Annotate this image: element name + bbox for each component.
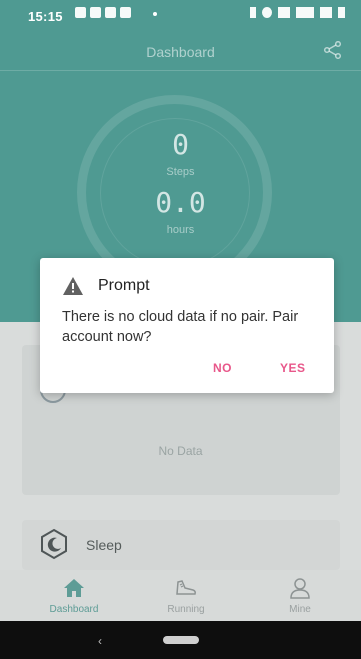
data-saver-icon (262, 7, 272, 18)
nav-label-mine: Mine (289, 604, 311, 615)
system-status-icons (250, 7, 345, 18)
gallery-notification-icon (75, 7, 86, 18)
nav-label-dashboard: Dashboard (49, 604, 99, 615)
sleep-moon-icon (41, 528, 67, 560)
header-divider (0, 70, 361, 71)
sleep-label: Sleep (86, 537, 122, 553)
page-title: Dashboard (146, 44, 215, 60)
nav-label-running: Running (167, 604, 205, 615)
nav-item-mine[interactable]: Mine (250, 570, 350, 621)
person-icon (290, 578, 310, 599)
more-notifications-dot (153, 12, 157, 16)
nav-item-dashboard[interactable]: Dashboard (24, 570, 124, 621)
nav-item-running[interactable]: Running (136, 570, 236, 621)
prompt-dialog: Prompt There is no cloud data if no pair… (40, 258, 334, 393)
system-navigation-bar: ‹ (0, 621, 361, 659)
home-pill-button[interactable] (163, 636, 199, 644)
warning-icon (63, 277, 83, 295)
status-time: 15:15 (28, 9, 63, 24)
wifi-icon (278, 7, 290, 18)
screenshot-notification-icon (120, 7, 131, 18)
home-icon (64, 579, 84, 597)
running-shoe-icon (176, 580, 196, 595)
dialog-title: Prompt (98, 277, 150, 294)
steps-label: Steps (166, 166, 195, 178)
volte-icon (296, 7, 314, 18)
hours-label: hours (166, 224, 195, 236)
settings-notification-icon (90, 7, 101, 18)
no-button[interactable]: NO (213, 361, 232, 375)
back-icon[interactable]: ‹ (98, 634, 102, 648)
steps-value: 0 (172, 128, 189, 161)
app-screen: 15:15 Dashboard 0 Steps 0.0 hours No Dat… (0, 0, 361, 659)
settings-notification-icon-2 (105, 7, 116, 18)
no-data-text: No Data (158, 444, 203, 458)
hours-value: 0.0 (155, 186, 206, 219)
battery-icon (338, 7, 345, 18)
dialog-message: There is no cloud data if no pair. Pair … (62, 309, 299, 345)
status-bar: 15:15 (0, 0, 361, 30)
yes-button[interactable]: YES (280, 361, 306, 375)
bluetooth-icon (250, 7, 256, 18)
bottom-navigation: Dashboard Running Mine (0, 570, 361, 621)
share-icon[interactable] (323, 41, 343, 59)
notification-icons (75, 7, 131, 18)
signal-icon (320, 7, 332, 18)
